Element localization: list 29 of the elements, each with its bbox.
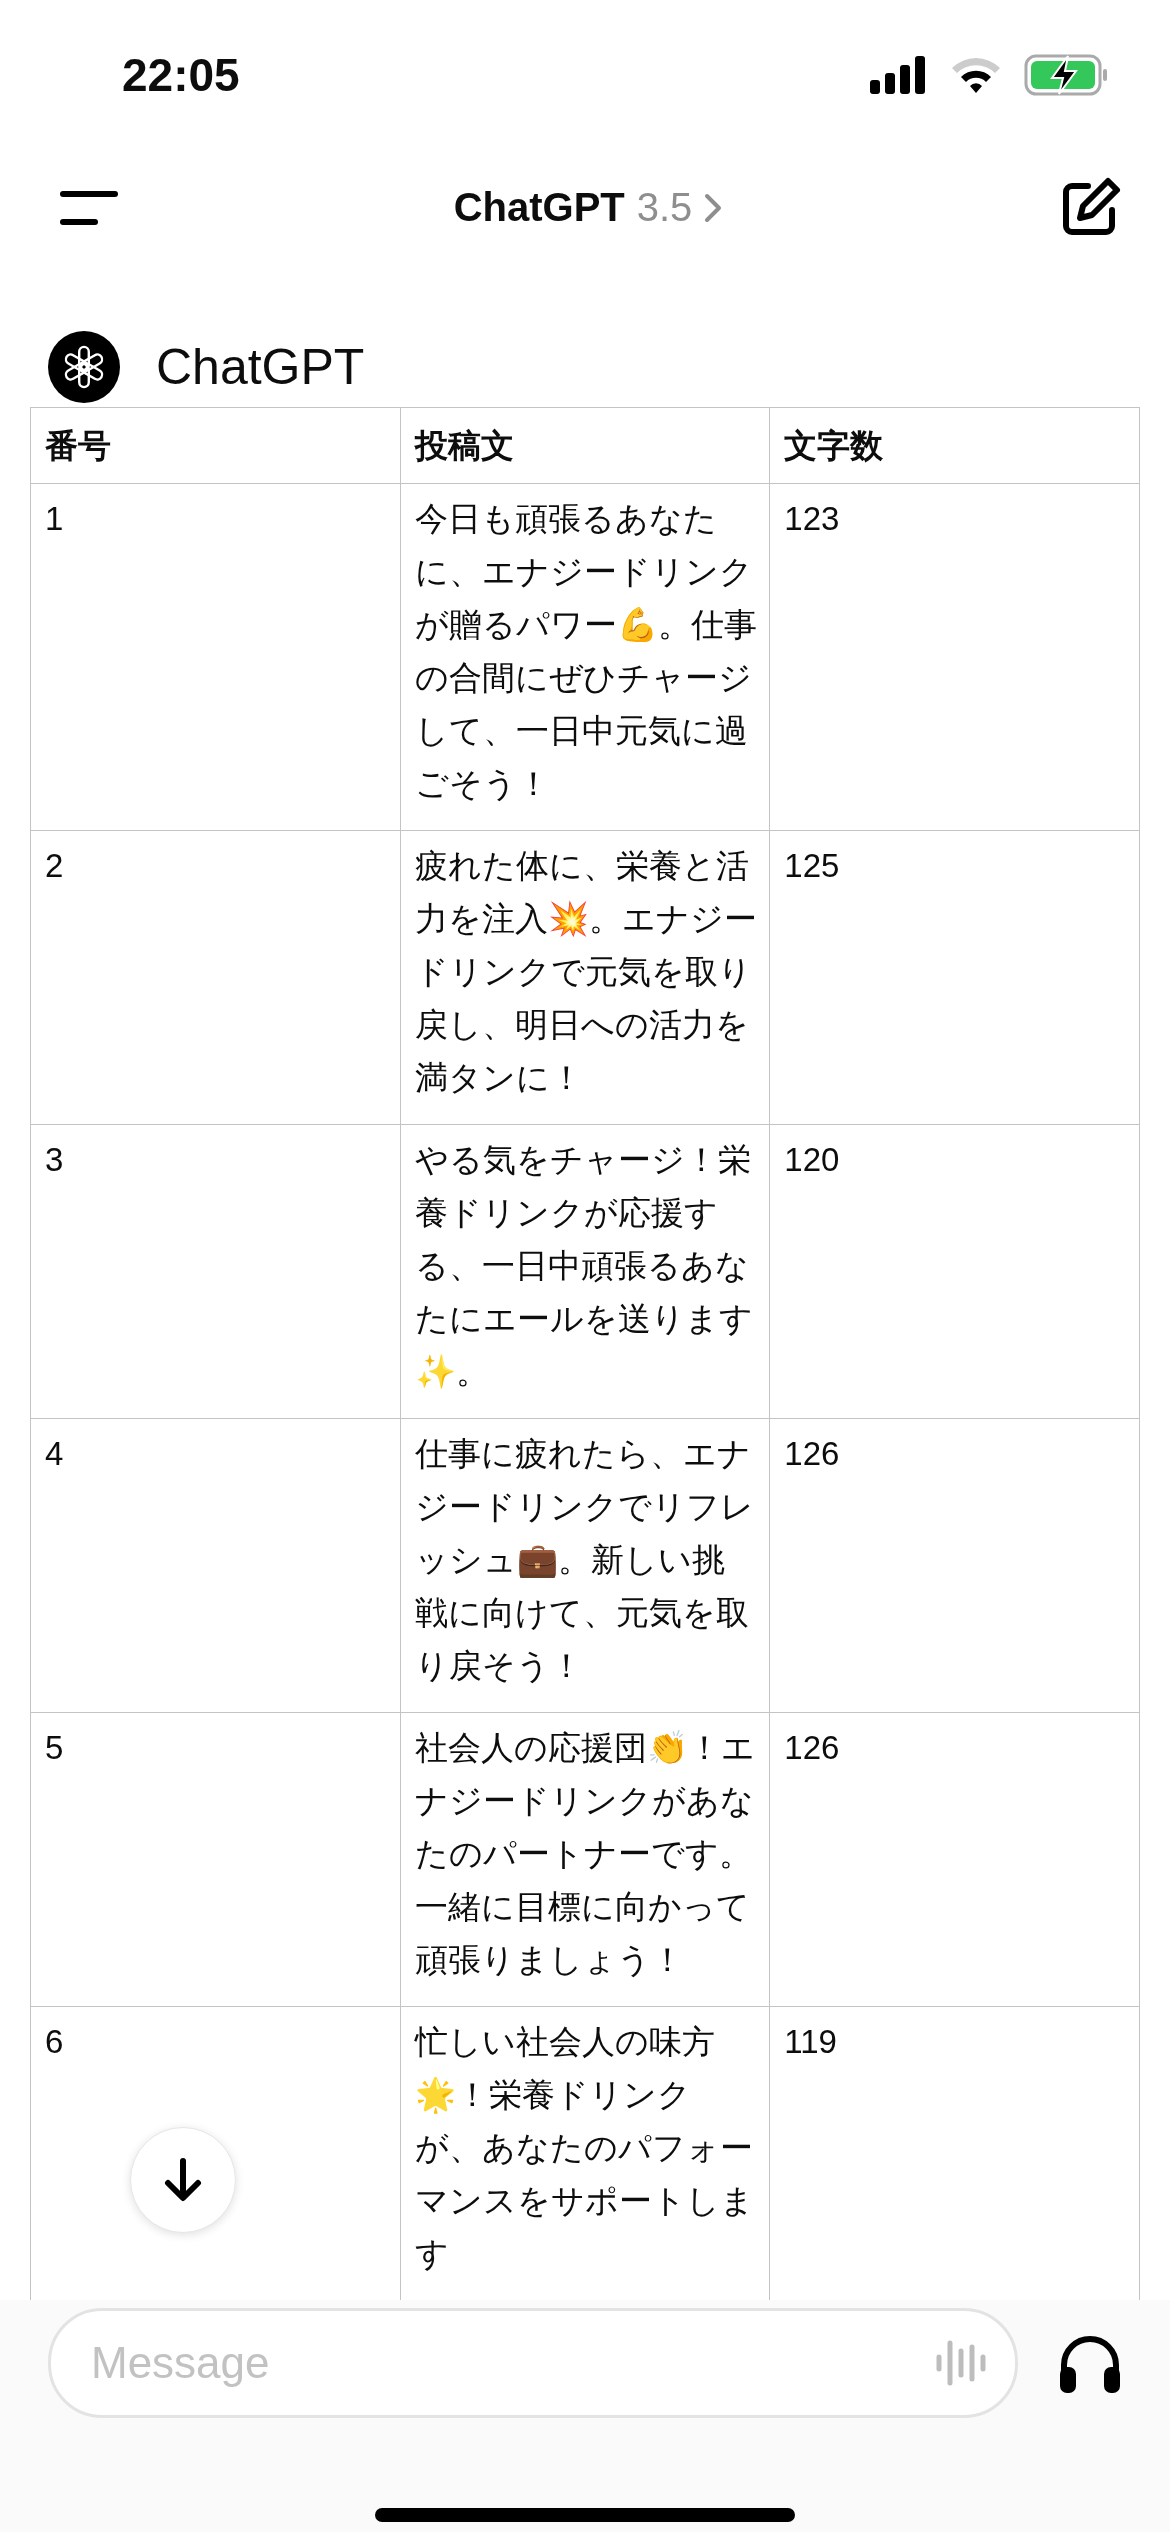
menu-icon[interactable]	[60, 190, 118, 225]
table-cell: 125	[769, 830, 1140, 1125]
table-cell: 2	[30, 830, 401, 1125]
model-title[interactable]: ChatGPT	[453, 185, 625, 230]
table-cell: 120	[769, 1124, 1140, 1419]
table-cell: 疲れた体に、栄養と活力を注入💥。エナジードリンクで元気を取り戻し、明日への活力を満タンに！	[400, 830, 770, 1125]
table-cell: 5	[30, 1712, 401, 2007]
table-cell: 126	[769, 1712, 1140, 2007]
table-cell: やる気をチャージ！栄養ドリンクが応援する、一日中頑張るあなたにエールを送ります✨。	[400, 1124, 770, 1419]
table-cell: 3	[30, 1124, 401, 1419]
column-header: 文字数	[769, 407, 1140, 484]
table-cell: 今日も頑張るあなたに、エナジードリンクが贈るパワー💪。仕事の合間にぜひチャージして、一日中元気に過ごそう！	[400, 483, 770, 831]
message-field[interactable]: Message	[48, 2308, 1018, 2418]
sender-name: ChatGPT	[156, 338, 365, 396]
table-cell: 123	[769, 483, 1140, 831]
battery-icon	[1024, 54, 1108, 96]
table-cell: 社会人の応援団👏！エナジードリンクがあなたのパートナーです。一緒に目標に向かって頑張りましょう！	[400, 1712, 770, 2007]
table-cell: 4	[30, 1418, 401, 1713]
table-cell: 仕事に疲れたら、エナジードリンクでリフレッシュ💼。新しい挑戦に向けて、元気を取り戻そう！	[400, 1418, 770, 1713]
arrow-down-icon	[163, 2158, 203, 2202]
signal-icon	[870, 56, 928, 94]
table-cell: 126	[769, 1418, 1140, 1713]
column-header: 番号	[30, 407, 401, 484]
column-header: 投稿文	[400, 407, 770, 484]
headphones-icon[interactable]	[1058, 2333, 1122, 2393]
wifi-icon	[950, 56, 1002, 94]
table-cell: 1	[30, 483, 401, 831]
status-time: 22:05	[122, 48, 240, 102]
chevron-icon[interactable]	[704, 192, 723, 223]
